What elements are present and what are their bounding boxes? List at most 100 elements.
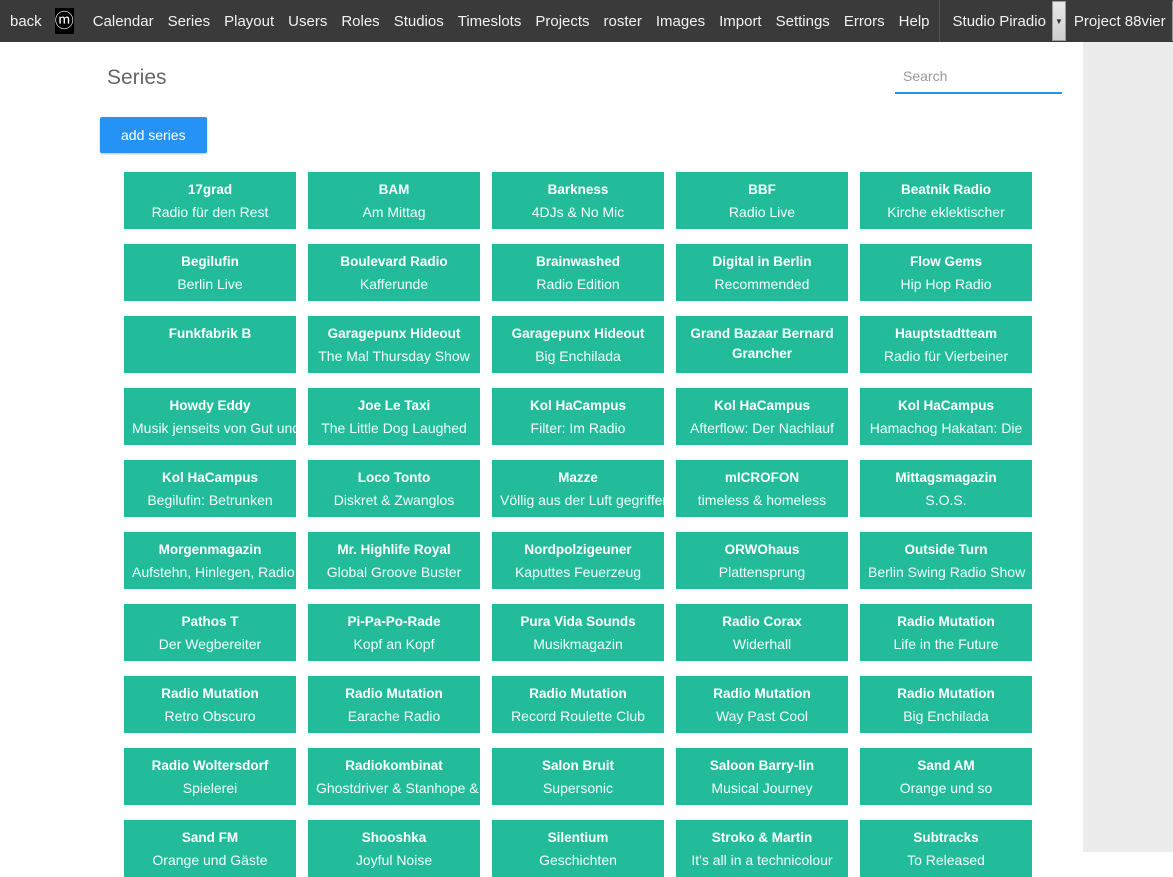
series-subtitle: Radio Live [684, 200, 840, 224]
right-gutter [1083, 42, 1173, 852]
series-card[interactable]: BBF Radio Live [676, 172, 848, 229]
series-subtitle: Afterflow: Der Nachlauf [684, 416, 840, 440]
series-card[interactable]: Garagepunx Hideout The Mal Thursday Show [308, 316, 480, 373]
series-card[interactable]: Mittagsmagazin S.O.S. [860, 460, 1032, 517]
series-card[interactable]: Brainwashed Radio Edition [492, 244, 664, 301]
series-card[interactable]: Shooshka Joyful Noise [308, 820, 480, 877]
nav-item-images[interactable]: Images [649, 13, 712, 30]
series-card[interactable]: Hauptstadtteam Radio für Vierbeiner [860, 316, 1032, 373]
app-logo-icon[interactable]: ⓜ [55, 8, 74, 34]
series-title: Kol HaCampus [132, 468, 288, 488]
top-navbar: back ⓜ CalendarSeriesPlayoutUsersRolesSt… [0, 0, 1173, 42]
series-card[interactable]: Saloon Barry-lin Musical Journey [676, 748, 848, 805]
series-title: Funkfabrik B [132, 324, 288, 344]
series-card[interactable]: Outside Turn Berlin Swing Radio Show [860, 532, 1032, 589]
series-subtitle: Radio für Vierbeiner [868, 344, 1024, 368]
nav-item-playout[interactable]: Playout [217, 13, 281, 30]
nav-item-errors[interactable]: Errors [837, 13, 892, 30]
series-card[interactable]: Pura Vida Sounds Musikmagazin [492, 604, 664, 661]
series-card[interactable]: Joe Le Taxi The Little Dog Laughed [308, 388, 480, 445]
series-card[interactable]: Howdy Eddy Musik jenseits von Gut und [124, 388, 296, 445]
nav-item-timeslots[interactable]: Timeslots [451, 13, 529, 30]
series-card[interactable]: Radio Mutation Earache Radio [308, 676, 480, 733]
series-title: mICROFON [684, 468, 840, 488]
series-card[interactable]: Radio Mutation Life in the Future [860, 604, 1032, 661]
nav-item-import[interactable]: Import [712, 13, 769, 30]
series-card[interactable]: Kol HaCampus Begilufin: Betrunken [124, 460, 296, 517]
series-card[interactable]: Grand Bazaar Bernard Grancher [676, 316, 848, 373]
series-title: Radiokombinat [316, 756, 472, 776]
series-card[interactable]: Radiokombinat Ghostdriver & Stanhope & [308, 748, 480, 805]
series-card[interactable]: Silentium Geschichten [492, 820, 664, 877]
series-card[interactable]: Nordpolzigeuner Kaputtes Feuerzeug [492, 532, 664, 589]
series-card[interactable]: Mr. Highlife Royal Global Groove Buster [308, 532, 480, 589]
add-series-button[interactable]: add series [100, 117, 207, 153]
series-card[interactable]: Radio Corax Widerhall [676, 604, 848, 661]
series-card[interactable]: Morgenmagazin Aufstehn, Hinlegen, Radio [124, 532, 296, 589]
series-card[interactable]: Sand FM Orange und Gäste [124, 820, 296, 877]
series-card[interactable]: Stroko & Martin It's all in a technicolo… [676, 820, 848, 877]
series-card[interactable]: Loco Tonto Diskret & Zwanglos [308, 460, 480, 517]
series-subtitle: Plattensprung [684, 560, 840, 584]
series-subtitle: timeless & homeless [684, 488, 840, 512]
series-card[interactable]: Digital in Berlin Recommended [676, 244, 848, 301]
series-card[interactable]: Salon Bruit Supersonic [492, 748, 664, 805]
series-card[interactable]: Mazze Völlig aus der Luft gegriffen [492, 460, 664, 517]
nav-item-series[interactable]: Series [161, 13, 218, 30]
series-subtitle: Record Roulette Club [500, 704, 656, 728]
nav-item-projects[interactable]: Projects [528, 13, 596, 30]
series-card[interactable]: Radio Mutation Big Enchilada [860, 676, 1032, 733]
series-card[interactable]: Kol HaCampus Filter: Im Radio [492, 388, 664, 445]
series-title: Pura Vida Sounds [500, 612, 656, 632]
series-title: Radio Corax [684, 612, 840, 632]
series-subtitle: Retro Obscuro [132, 704, 288, 728]
series-title: ORWOhaus [684, 540, 840, 560]
series-card[interactable]: Begilufin Berlin Live [124, 244, 296, 301]
series-card[interactable]: Flow Gems Hip Hop Radio [860, 244, 1032, 301]
series-card[interactable]: Radio Mutation Way Past Cool [676, 676, 848, 733]
nav-item-roster[interactable]: roster [597, 13, 649, 30]
series-card[interactable]: Sand AM Orange und so [860, 748, 1032, 805]
series-title: Kol HaCampus [500, 396, 656, 416]
series-card[interactable]: Radio Mutation Record Roulette Club [492, 676, 664, 733]
series-card[interactable]: Barkness 4DJs & No Mic [492, 172, 664, 229]
nav-item-studios[interactable]: Studios [387, 13, 451, 30]
series-title: Beatnik Radio [868, 180, 1024, 200]
series-subtitle: Musical Journey [684, 776, 840, 800]
nav-item-users[interactable]: Users [281, 13, 334, 30]
series-card[interactable]: Beatnik Radio Kirche eklektischer [860, 172, 1032, 229]
series-subtitle: Kafferunde [316, 272, 472, 296]
project-selector[interactable]: Project 88vier [1070, 13, 1170, 30]
nav-item-calendar[interactable]: Calendar [86, 13, 161, 30]
series-card[interactable]: Subtracks To Released [860, 820, 1032, 877]
series-card[interactable]: mICROFON timeless & homeless [676, 460, 848, 517]
series-subtitle: Radio für den Rest [132, 200, 288, 224]
series-title: Saloon Barry-lin [684, 756, 840, 776]
series-card[interactable]: ORWOhaus Plattensprung [676, 532, 848, 589]
series-title: Begilufin [132, 252, 288, 272]
back-button[interactable]: back [10, 13, 42, 30]
series-card[interactable]: Kol HaCampus Hamachog Hakatan: Die [860, 388, 1032, 445]
series-card[interactable]: Garagepunx Hideout Big Enchilada [492, 316, 664, 373]
nav-item-settings[interactable]: Settings [769, 13, 837, 30]
series-card[interactable]: Radio Woltersdorf Spielerei [124, 748, 296, 805]
series-subtitle: Berlin Live [132, 272, 288, 296]
series-card[interactable]: Pathos T Der Wegbereiter [124, 604, 296, 661]
series-card[interactable]: Radio Mutation Retro Obscuro [124, 676, 296, 733]
series-title: 17grad [132, 180, 288, 200]
series-title: Boulevard Radio [316, 252, 472, 272]
series-subtitle: Spielerei [132, 776, 288, 800]
series-card[interactable]: Funkfabrik B [124, 316, 296, 373]
series-title: BBF [684, 180, 840, 200]
series-card[interactable]: 17grad Radio für den Rest [124, 172, 296, 229]
series-title: BAM [316, 180, 472, 200]
series-card[interactable]: BAM Am Mittag [308, 172, 480, 229]
studio-selector[interactable]: Studio Piradio [949, 13, 1050, 30]
nav-item-roles[interactable]: Roles [334, 13, 386, 30]
studio-dropdown-button[interactable]: ▼ [1052, 1, 1066, 41]
search-input[interactable] [895, 62, 1062, 94]
series-card[interactable]: Pi-Pa-Po-Rade Kopf an Kopf [308, 604, 480, 661]
series-card[interactable]: Boulevard Radio Kafferunde [308, 244, 480, 301]
nav-item-help[interactable]: Help [892, 13, 937, 30]
series-card[interactable]: Kol HaCampus Afterflow: Der Nachlauf [676, 388, 848, 445]
